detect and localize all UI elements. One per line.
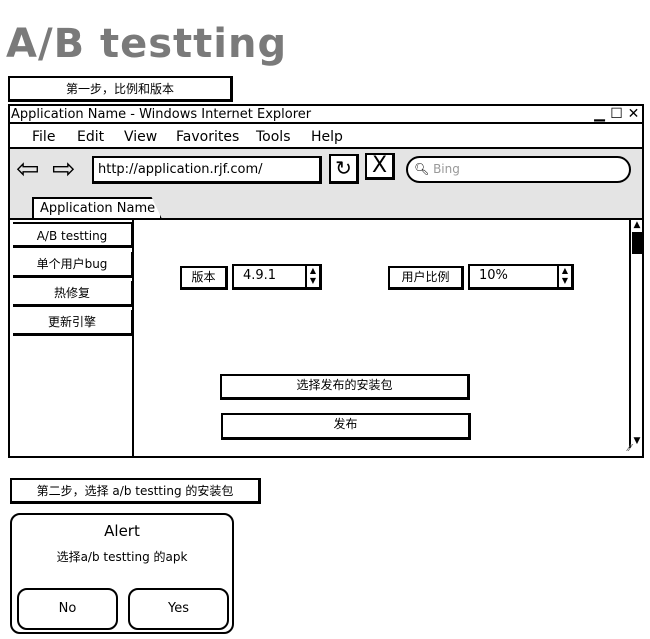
scroll-thumb[interactable]	[632, 232, 642, 254]
version-spinner-icon[interactable]: ▲ ▼	[305, 266, 319, 287]
window-title: Application Name - Windows Internet Expl…	[11, 107, 312, 122]
refresh-icon[interactable]: ↻	[329, 154, 359, 184]
menu-edit[interactable]: Edit	[77, 128, 104, 146]
menu-view[interactable]: View	[124, 128, 157, 146]
publish-button[interactable]: 发布	[221, 413, 471, 440]
version-value: 4.9.1	[243, 268, 277, 283]
window-titlebar: Application Name - Windows Internet Expl…	[10, 106, 642, 124]
resize-grip-icon[interactable]: ⁄⁄	[628, 444, 631, 454]
menu-help[interactable]: Help	[311, 128, 343, 146]
sidebar-item-single-user-bug[interactable]: 单个用户bug	[13, 252, 133, 278]
step2-note: 第二步，选择 a/b testting 的安装包	[10, 478, 261, 504]
alert-dialog: Alert 选择a/b testting 的apk No Yes	[10, 513, 234, 634]
version-label: 版本	[180, 266, 228, 290]
scroll-up-icon[interactable]: ▲	[631, 220, 643, 230]
select-package-button[interactable]: 选择发布的安装包	[220, 374, 470, 400]
search-input[interactable]: 🔍︎ Bing	[406, 156, 631, 183]
back-arrow-icon[interactable]: ⇦	[16, 155, 39, 183]
scroll-down-icon[interactable]: ▼	[631, 436, 643, 446]
menu-bar: File Edit View Favorites Tools Help	[10, 124, 642, 149]
stop-icon[interactable]: X	[365, 153, 395, 180]
forward-arrow-icon[interactable]: ⇨	[52, 155, 75, 183]
alert-title: Alert	[104, 522, 140, 540]
ratio-spinner-icon[interactable]: ▲ ▼	[557, 266, 571, 287]
search-icon: 🔍︎	[414, 162, 430, 176]
yes-button[interactable]: Yes	[128, 588, 229, 630]
page-title: A/B testting	[6, 21, 288, 67]
sidebar-item-update-engine[interactable]: 更新引擎	[13, 310, 133, 336]
browser-toolbar: ⇦ ⇨ http://application.rjf.com/ ↻ X 🔍︎ B…	[10, 149, 642, 219]
search-placeholder: Bing	[433, 162, 460, 176]
close-icon[interactable]: ✕	[626, 106, 641, 123]
sidebar-item-ab-testting[interactable]: A/B testting	[13, 222, 133, 248]
menu-favorites[interactable]: Favorites	[176, 128, 239, 146]
sidebar-item-hotfix[interactable]: 热修复	[13, 281, 133, 307]
browser-window: Application Name - Windows Internet Expl…	[8, 104, 644, 458]
alert-message: 选择a/b testting 的apk	[56, 550, 188, 564]
menu-file[interactable]: File	[32, 128, 55, 146]
user-ratio-value: 10%	[479, 268, 508, 283]
user-ratio-label: 用户比例	[388, 266, 464, 290]
step1-note: 第一步，比例和版本	[8, 76, 233, 102]
address-bar[interactable]: http://application.rjf.com/	[92, 156, 322, 184]
no-button[interactable]: No	[17, 588, 118, 630]
version-stepper[interactable]: 4.9.1 ▲ ▼	[232, 264, 322, 290]
minimize-icon[interactable]: ▁	[592, 106, 607, 123]
tab-application-name[interactable]: Application Name	[32, 197, 162, 219]
menu-tools[interactable]: Tools	[256, 128, 291, 146]
user-ratio-stepper[interactable]: 10% ▲ ▼	[468, 264, 574, 290]
sidebar: A/B testting 单个用户bug 热修复 更新引擎	[10, 220, 134, 456]
vertical-scrollbar[interactable]: ▲ ▼	[629, 220, 642, 448]
maximize-icon[interactable]: ☐	[609, 106, 624, 123]
